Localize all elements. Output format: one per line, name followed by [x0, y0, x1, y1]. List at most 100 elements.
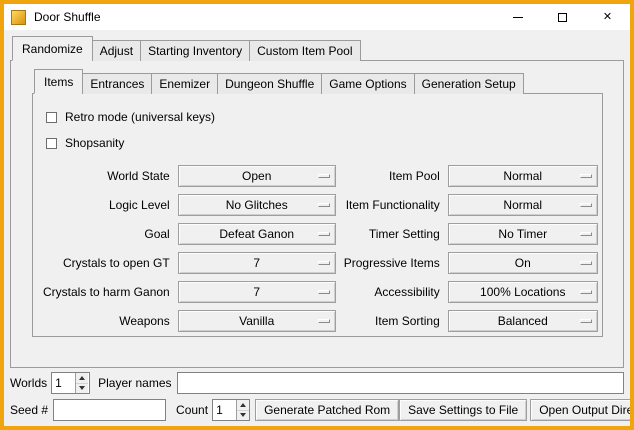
seed-label: Seed # [10, 403, 48, 417]
close-button[interactable]: ✕ [585, 4, 630, 30]
crystals-open-gt-label: Crystals to open GT [43, 256, 170, 270]
titlebar-controls: ✕ [495, 4, 630, 30]
logic-level-value: No Glitches [226, 198, 288, 212]
accessibility-label: Accessibility [344, 285, 440, 299]
dropdown-indicator-icon [580, 290, 592, 294]
shopsanity-label: Shopsanity [65, 136, 124, 150]
close-icon: ✕ [603, 12, 612, 23]
tab-items[interactable]: Items [34, 69, 83, 94]
accessibility-dropdown[interactable]: 100% Locations [448, 281, 598, 303]
crystals-open-gt-value: 7 [253, 256, 260, 270]
count-label: Count [176, 403, 208, 417]
world-state-value: Open [242, 169, 271, 183]
crystals-open-gt-dropdown[interactable]: 7 [178, 252, 336, 274]
item-functionality-label: Item Functionality [344, 198, 440, 212]
tab-custom-item-pool[interactable]: Custom Item Pool [249, 40, 360, 61]
progressive-items-dropdown[interactable]: On [448, 252, 598, 274]
progressive-items-label: Progressive Items [344, 256, 440, 270]
worlds-label: Worlds [10, 376, 47, 390]
tab-dungeon-shuffle[interactable]: Dungeon Shuffle [217, 73, 322, 94]
count-spinbox-input[interactable] [213, 400, 236, 420]
retro-mode-label: Retro mode (universal keys) [65, 110, 215, 124]
retro-mode-checkbox[interactable] [46, 112, 57, 123]
worlds-spinbox-down-button[interactable] [76, 384, 88, 394]
dropdown-indicator-icon [580, 232, 592, 236]
arrow-up-icon [79, 376, 85, 380]
count-spinbox[interactable] [212, 399, 250, 421]
timer-setting-value: No Timer [498, 227, 547, 241]
dropdown-indicator-icon [318, 232, 330, 236]
item-pool-label: Item Pool [344, 169, 440, 183]
minimize-icon [513, 17, 523, 18]
dropdown-indicator-icon [318, 174, 330, 178]
maximize-icon [558, 13, 567, 22]
worlds-spinbox-up-button[interactable] [76, 373, 88, 384]
item-pool-value: Normal [503, 169, 542, 183]
dropdown-indicator-icon [318, 261, 330, 265]
dropdown-indicator-icon [318, 203, 330, 207]
goal-dropdown[interactable]: Defeat Ganon [178, 223, 336, 245]
weapons-label: Weapons [43, 314, 170, 328]
weapons-value: Vanilla [239, 314, 274, 328]
titlebar: Door Shuffle ✕ [4, 4, 630, 30]
world-state-label: World State [43, 169, 170, 183]
window: Door Shuffle ✕ Randomize Adjust Starting… [0, 0, 634, 430]
item-pool-dropdown[interactable]: Normal [448, 165, 598, 187]
options-form: World State Open Item Pool Normal Logic … [43, 165, 592, 332]
crystals-harm-ganon-label: Crystals to harm Ganon [43, 285, 170, 299]
tab-adjust[interactable]: Adjust [92, 40, 141, 61]
arrow-down-icon [79, 386, 85, 390]
window-body: Randomize Adjust Starting Inventory Cust… [4, 30, 630, 426]
dropdown-indicator-icon [580, 174, 592, 178]
tab-entrances[interactable]: Entrances [82, 73, 152, 94]
dropdown-indicator-icon [318, 290, 330, 294]
weapons-dropdown[interactable]: Vanilla [178, 310, 336, 332]
player-names-label: Player names [98, 376, 171, 390]
count-spinbox-up-button[interactable] [237, 400, 249, 411]
seed-row: Seed # Count Generate Patched Rom Save S… [10, 399, 624, 421]
maximize-button[interactable] [540, 4, 585, 30]
count-spinbox-down-button[interactable] [237, 411, 249, 421]
timer-setting-dropdown[interactable]: No Timer [448, 223, 598, 245]
crystals-harm-ganon-value: 7 [253, 285, 260, 299]
shopsanity-row: Shopsanity [46, 134, 592, 152]
tab-generation-setup[interactable]: Generation Setup [414, 73, 524, 94]
accessibility-value: 100% Locations [480, 285, 565, 299]
window-title: Door Shuffle [34, 10, 101, 24]
logic-level-label: Logic Level [43, 198, 170, 212]
seed-input[interactable] [53, 399, 166, 421]
item-sorting-dropdown[interactable]: Balanced [448, 310, 598, 332]
dropdown-indicator-icon [580, 319, 592, 323]
player-names-input[interactable] [177, 372, 625, 394]
dropdown-indicator-icon [318, 319, 330, 323]
dropdown-indicator-icon [580, 261, 592, 265]
shopsanity-checkbox[interactable] [46, 138, 57, 149]
tab-enemizer[interactable]: Enemizer [151, 73, 218, 94]
goal-label: Goal [43, 227, 170, 241]
count-spinbox-arrows [236, 400, 249, 420]
item-sorting-label: Item Sorting [344, 314, 440, 328]
worlds-row: Worlds Player names [10, 372, 624, 394]
save-settings-button[interactable]: Save Settings to File [399, 399, 527, 421]
generate-patched-rom-button[interactable]: Generate Patched Rom [255, 399, 399, 421]
open-output-directory-button[interactable]: Open Output Directory [530, 399, 634, 421]
tab-game-options[interactable]: Game Options [321, 73, 414, 94]
inner-tab-bar: Items Entrances Enemizer Dungeon Shuffle… [32, 69, 603, 94]
goal-value: Defeat Ganon [219, 227, 294, 241]
tab-randomize[interactable]: Randomize [12, 36, 93, 61]
top-tab-bar: Randomize Adjust Starting Inventory Cust… [10, 36, 624, 61]
items-panel: Retro mode (universal keys) Shopsanity W… [32, 93, 603, 337]
tab-starting-inventory[interactable]: Starting Inventory [140, 40, 250, 61]
item-functionality-dropdown[interactable]: Normal [448, 194, 598, 216]
bottom-controls: Worlds Player names Seed # Count [10, 372, 624, 421]
minimize-button[interactable] [495, 4, 540, 30]
worlds-spinbox-arrows [75, 373, 88, 393]
logic-level-dropdown[interactable]: No Glitches [178, 194, 336, 216]
world-state-dropdown[interactable]: Open [178, 165, 336, 187]
worlds-spinbox[interactable] [51, 372, 90, 394]
item-functionality-value: Normal [503, 198, 542, 212]
worlds-spinbox-input[interactable] [52, 373, 75, 393]
crystals-harm-ganon-dropdown[interactable]: 7 [178, 281, 336, 303]
randomize-panel: Items Entrances Enemizer Dungeon Shuffle… [10, 60, 624, 368]
progressive-items-value: On [515, 256, 531, 270]
